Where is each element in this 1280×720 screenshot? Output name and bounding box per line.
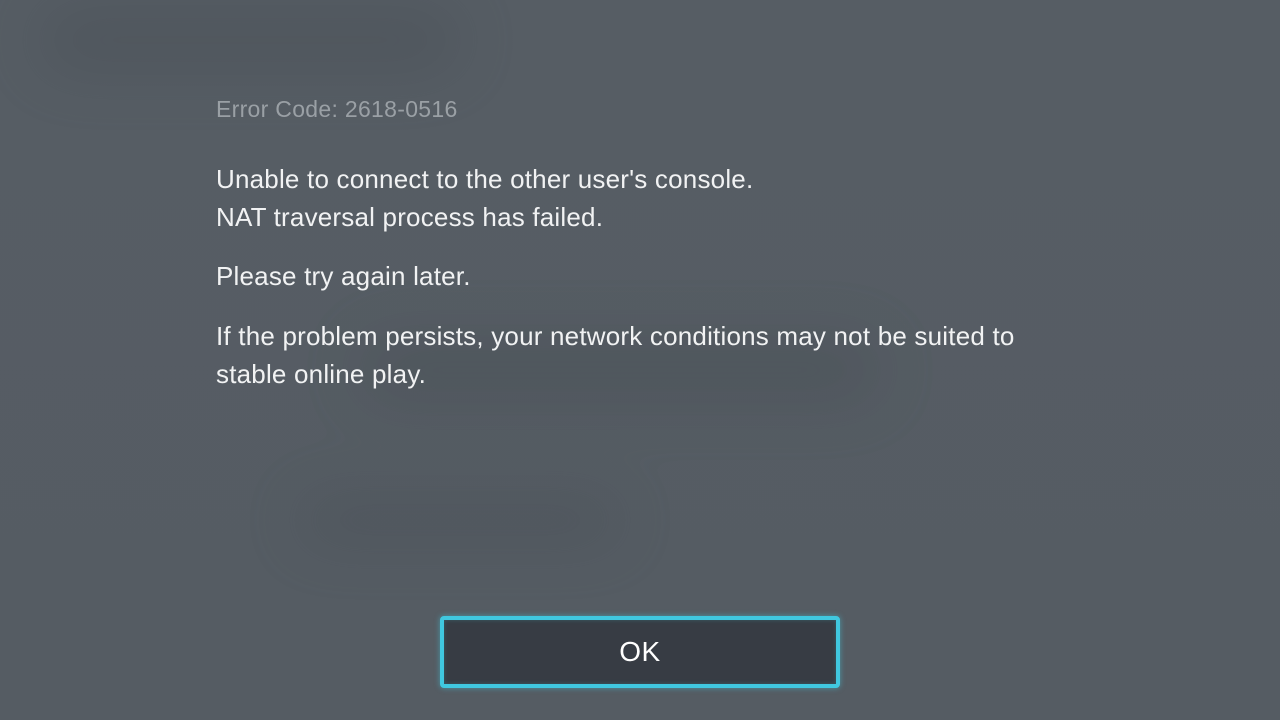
- dialog-message: Unable to connect to the other user's co…: [216, 161, 1076, 393]
- error-code-line: Error Code: 2618-0516: [216, 96, 1076, 123]
- error-dialog-screen: Error Code: 2618-0516 Unable to connect …: [0, 0, 1280, 720]
- message-line-2: NAT traversal process has failed.: [216, 202, 603, 232]
- message-line-1: Unable to connect to the other user's co…: [216, 164, 753, 194]
- message-para-3: If the problem persists, your network co…: [216, 318, 1076, 393]
- message-para-1: Unable to connect to the other user's co…: [216, 161, 1076, 236]
- dialog-content: Error Code: 2618-0516 Unable to connect …: [216, 96, 1076, 393]
- message-para-2: Please try again later.: [216, 258, 1076, 296]
- button-row: OK: [0, 616, 1280, 688]
- error-code-value: 2618-0516: [345, 96, 458, 122]
- ok-button-label: OK: [619, 636, 660, 668]
- error-code-label: Error Code:: [216, 96, 345, 122]
- ok-button[interactable]: OK: [440, 616, 840, 688]
